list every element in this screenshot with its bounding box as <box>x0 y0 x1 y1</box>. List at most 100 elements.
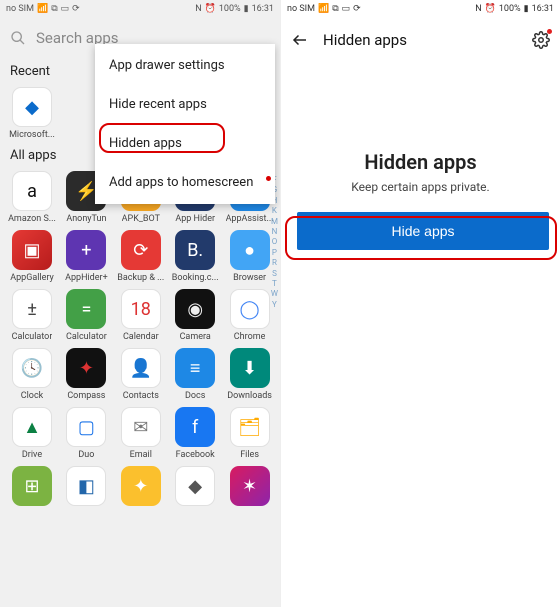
az-letter[interactable]: O <box>271 237 278 247</box>
app-label: Facebook <box>176 450 215 460</box>
app-label: Backup & ... <box>117 273 164 283</box>
app-item[interactable]: aAmazon S... <box>6 171 58 224</box>
app-icon: ✦ <box>66 348 106 388</box>
app-item[interactable]: + AppHider+ <box>60 230 112 283</box>
all-apps-grid: aAmazon S...⚡AnonyTun★APK_BOT🎭App Hider✦… <box>0 167 280 511</box>
app-icon: ◆ <box>175 466 215 506</box>
status-time: 16:31 <box>252 4 274 14</box>
az-letter[interactable]: R <box>271 258 278 268</box>
app-label: Clock <box>21 391 43 401</box>
az-letter[interactable]: P <box>271 248 278 258</box>
annotation-dot <box>266 176 271 181</box>
empty-state: Hidden apps Keep certain apps private. H… <box>281 62 560 250</box>
menu-item-hidden-apps[interactable]: Hidden apps <box>95 124 275 163</box>
app-drawer-context-menu: App drawer settings Hide recent apps Hid… <box>95 44 275 204</box>
app-item[interactable]: ◆Microsoft... <box>6 87 58 140</box>
status-bar: no SIM 📶 ⧉ ▭ ⟳ N ⏰ 100% ▮ 16:31 <box>281 0 560 18</box>
cast-icon: ▭ <box>342 4 351 14</box>
app-item[interactable]: 👤Contacts <box>115 348 167 401</box>
settings-gear-icon[interactable] <box>532 31 550 49</box>
empty-state-subheading: Keep certain apps private. <box>297 180 544 194</box>
app-item[interactable]: f Facebook <box>169 407 221 460</box>
cast-icon: ▭ <box>61 4 70 14</box>
app-item[interactable]: ◯Chrome <box>224 289 276 342</box>
app-label: Browser <box>233 273 266 283</box>
app-item[interactable]: ⬇Downloads <box>224 348 276 401</box>
app-icon: ✶ <box>230 466 270 506</box>
app-item[interactable]: ◧ <box>60 466 112 509</box>
az-letter[interactable]: K <box>271 206 278 216</box>
app-item[interactable]: ✦ <box>115 466 167 509</box>
app-icon: ◉ <box>175 289 215 329</box>
app-label: Email <box>130 450 152 460</box>
menu-item-add-home[interactable]: Add apps to homescreen <box>95 163 275 202</box>
app-icon: ▢ <box>66 407 106 447</box>
app-item[interactable]: ✦Compass <box>60 348 112 401</box>
app-icon: ± <box>12 289 52 329</box>
app-label: Chrome <box>234 332 266 342</box>
app-item[interactable]: ⟳Backup & ... <box>115 230 167 283</box>
app-item[interactable]: =Calculator <box>60 289 112 342</box>
sync-icon: ⟳ <box>353 4 361 14</box>
menu-item-settings[interactable]: App drawer settings <box>95 46 275 85</box>
az-letter[interactable]: S <box>271 269 278 279</box>
app-icon: ◧ <box>66 466 106 506</box>
az-letter[interactable]: N <box>271 227 278 237</box>
menu-item-hide-recent[interactable]: Hide recent apps <box>95 85 275 124</box>
az-letter[interactable]: Y <box>271 300 278 310</box>
signal-icon: 📶 <box>318 4 329 14</box>
battery-icon: ▮ <box>244 4 249 14</box>
app-item[interactable]: ▣ AppGallery <box>6 230 58 283</box>
app-item[interactable]: ≡Docs <box>169 348 221 401</box>
app-icon: ▣ <box>12 230 52 270</box>
app-label: Calendar <box>123 332 159 342</box>
app-label: Camera <box>180 332 211 342</box>
az-letter[interactable]: M <box>271 217 278 227</box>
app-item[interactable]: B.Booking.c... <box>169 230 221 283</box>
app-icon: ▲ <box>12 407 52 447</box>
app-item[interactable]: ✶ <box>224 466 276 509</box>
page-header: Hidden apps <box>281 18 560 62</box>
app-icon: + <box>66 230 106 270</box>
status-carrier: no SIM <box>6 4 34 14</box>
app-label: Microsoft... <box>9 130 55 140</box>
battery-icon: ▮ <box>524 4 529 14</box>
back-icon[interactable] <box>291 31 309 49</box>
app-item[interactable]: ▲Drive <box>6 407 58 460</box>
app-item[interactable]: ● Browser <box>224 230 276 283</box>
app-item[interactable]: 18Calendar <box>115 289 167 342</box>
app-item[interactable]: 🕓 Clock <box>6 348 58 401</box>
app-label: Files <box>240 450 259 460</box>
app-label: Docs <box>185 391 205 401</box>
sync-icon: ⟳ <box>72 4 80 14</box>
az-letter[interactable]: T <box>271 279 278 289</box>
app-item[interactable]: ✉Email <box>115 407 167 460</box>
app-icon: 🕓 <box>12 348 52 388</box>
status-time: 16:31 <box>532 4 554 14</box>
app-icon: 👤 <box>121 348 161 388</box>
app-item[interactable]: ◆ <box>169 466 221 509</box>
app-label: AppGallery <box>10 273 54 283</box>
app-label: Calculator <box>12 332 53 342</box>
app-item[interactable]: ▢ Duo <box>60 407 112 460</box>
app-item[interactable]: ◉ Camera <box>169 289 221 342</box>
battery-text: 100% <box>499 4 521 14</box>
status-bar: no SIM 📶 ⧉ ▭ ⟳ N ⏰ 100% ▮ 16:31 <box>0 0 280 18</box>
app-item[interactable]: ± Calculator <box>6 289 58 342</box>
hidden-apps-screen: no SIM 📶 ⧉ ▭ ⟳ N ⏰ 100% ▮ 16:31 Hidden a… <box>280 0 560 607</box>
app-label: AppHider+ <box>65 273 108 283</box>
app-drawer-screen: no SIM 📶 ⧉ ▭ ⟳ N ⏰ 100% ▮ 16:31 Search a… <box>0 0 280 607</box>
app-item[interactable]: 🗂Files <box>224 407 276 460</box>
app-item[interactable]: ⊞ <box>6 466 58 509</box>
app-label: APK_BOT <box>122 214 160 224</box>
app-label: App Hider <box>175 214 215 224</box>
app-icon: ● <box>230 230 270 270</box>
app-icon: f <box>175 407 215 447</box>
search-icon <box>10 30 26 46</box>
hide-apps-button[interactable]: Hide apps <box>297 212 549 250</box>
app-icon: a <box>12 171 52 211</box>
az-letter[interactable]: W <box>271 289 278 299</box>
app-label: AnonyTun <box>66 214 106 224</box>
app-icon: = <box>66 289 106 329</box>
app-label: Duo <box>78 450 94 460</box>
